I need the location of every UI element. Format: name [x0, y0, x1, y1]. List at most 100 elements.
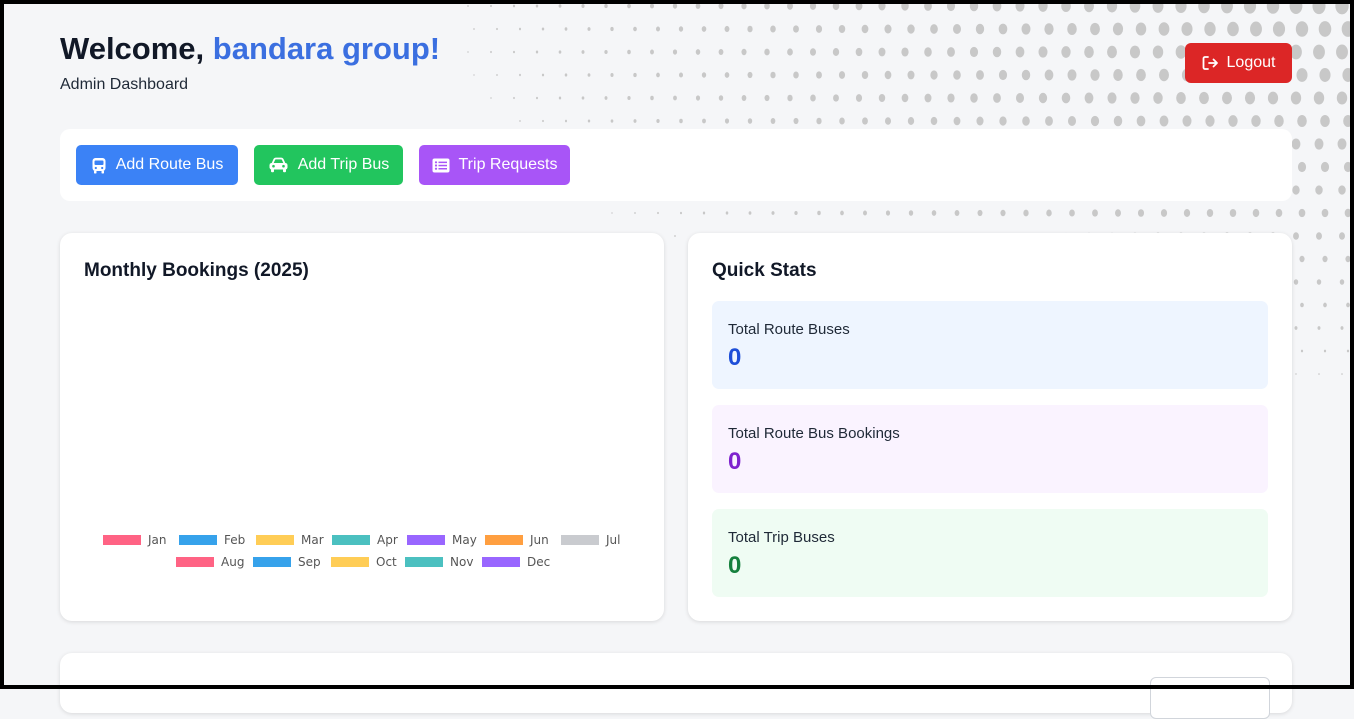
stat-total-route-buses: Total Route Buses 0: [712, 301, 1268, 389]
background-dot: [1320, 161, 1330, 173]
background-dot: [1295, 373, 1297, 375]
background-dot: [1300, 349, 1304, 353]
background-dot: [1015, 0, 1025, 12]
background-dot: [1069, 209, 1075, 217]
background-dot: [1000, 209, 1006, 217]
background-dot: [1061, 46, 1071, 58]
legend-item-nov[interactable]: Nov: [405, 555, 473, 569]
background-dot: [855, 94, 863, 102]
background-dot: [1297, 114, 1307, 128]
background-dot: [1300, 302, 1304, 308]
background-dot: [1323, 349, 1327, 353]
background-dot: [490, 4, 492, 8]
background-dot: [702, 211, 706, 215]
background-dot: [901, 93, 909, 103]
legend-item-apr[interactable]: Apr: [332, 533, 398, 547]
background-dot: [954, 210, 960, 216]
legend-item-dec[interactable]: Dec: [482, 555, 550, 569]
legend-label: Sep: [298, 555, 321, 569]
background-dot: [649, 3, 655, 9]
background-dot: [473, 28, 475, 30]
legend-item-jun[interactable]: Jun: [485, 533, 549, 547]
background-dot: [633, 119, 637, 123]
background-dot: [1084, 0, 1094, 13]
background-dot: [1316, 279, 1322, 285]
background-dot: [1022, 116, 1030, 126]
background-dot: [1313, 91, 1325, 105]
background-dot: [724, 72, 730, 78]
background-dot: [770, 118, 776, 124]
bottom-card-control[interactable]: [1150, 677, 1270, 719]
background-dot: [535, 50, 539, 54]
background-dot: [975, 23, 985, 35]
background-dot: [747, 71, 753, 79]
background-dot: [1298, 208, 1306, 218]
background-dot: [998, 69, 1008, 81]
legend-item-sep[interactable]: Sep: [253, 555, 321, 569]
background-dot: [953, 70, 961, 80]
background-dot: [1159, 115, 1169, 127]
background-dot: [976, 116, 984, 126]
trip-requests-button[interactable]: Trip Requests: [419, 145, 570, 185]
legend-item-mar[interactable]: Mar: [256, 533, 324, 547]
legend-swatch: [407, 535, 445, 545]
add-route-bus-button[interactable]: Add Route Bus: [76, 145, 238, 185]
background-dot: [992, 46, 1002, 58]
background-dot: [908, 210, 914, 216]
legend-label: Nov: [450, 555, 474, 569]
background-dot: [924, 47, 932, 57]
background-dot: [1046, 209, 1052, 217]
background-dot: [674, 234, 676, 238]
legend-item-jan[interactable]: Jan: [103, 533, 167, 547]
background-dot: [678, 72, 684, 78]
background-dot: [930, 70, 938, 80]
background-dot: [535, 96, 539, 100]
logout-button[interactable]: Logout: [1185, 43, 1292, 83]
background-dot: [656, 118, 660, 124]
background-dot: [748, 211, 752, 215]
background-dot: [1343, 161, 1353, 173]
legend-item-oct[interactable]: Oct: [331, 555, 397, 569]
background-dot: [992, 0, 1002, 12]
background-dot: [725, 211, 729, 215]
background-dot: [884, 70, 892, 80]
background-dot: [747, 25, 753, 33]
legend-item-aug[interactable]: Aug: [176, 555, 244, 569]
legend-item-jul[interactable]: Jul: [561, 533, 620, 547]
legend-swatch: [485, 535, 523, 545]
background-dot: [724, 118, 730, 124]
background-dot: [1323, 302, 1327, 308]
background-dot: [840, 210, 844, 216]
background-dot: [513, 96, 515, 100]
background-dot: [1340, 326, 1344, 330]
background-dot: [672, 3, 678, 9]
background-dot: [581, 4, 585, 8]
background-dot: [1205, 115, 1215, 127]
legend-swatch: [179, 535, 217, 545]
background-dot: [604, 49, 608, 55]
background-dot: [993, 93, 1001, 103]
background-dot: [695, 95, 701, 101]
legend-item-feb[interactable]: Feb: [179, 533, 245, 547]
background-dot: [1206, 208, 1214, 218]
background-dot: [1244, 91, 1256, 105]
background-dot: [793, 71, 799, 79]
background-dot: [1319, 68, 1331, 82]
background-dot: [611, 212, 613, 214]
background-dot: [1136, 68, 1146, 82]
background-dot: [1160, 209, 1168, 217]
background-dot: [1345, 255, 1351, 263]
background-dot: [1023, 209, 1029, 217]
background-dot: [1312, 0, 1326, 15]
background-dot: [815, 25, 823, 33]
background-dot: [1222, 91, 1232, 105]
background-dot: [1252, 208, 1260, 218]
chart-legend: Jan Feb Mar Apr May Jun Jul Aug Sep Oct Nov Dec: [60, 233, 664, 621]
background-dot: [771, 211, 775, 215]
background-dot: [1251, 115, 1261, 127]
background-dot: [541, 27, 545, 31]
background-dot: [610, 119, 614, 123]
background-dot: [1038, 46, 1048, 58]
add-trip-bus-button[interactable]: Add Trip Bus: [254, 145, 403, 185]
legend-item-may[interactable]: May: [407, 533, 477, 547]
